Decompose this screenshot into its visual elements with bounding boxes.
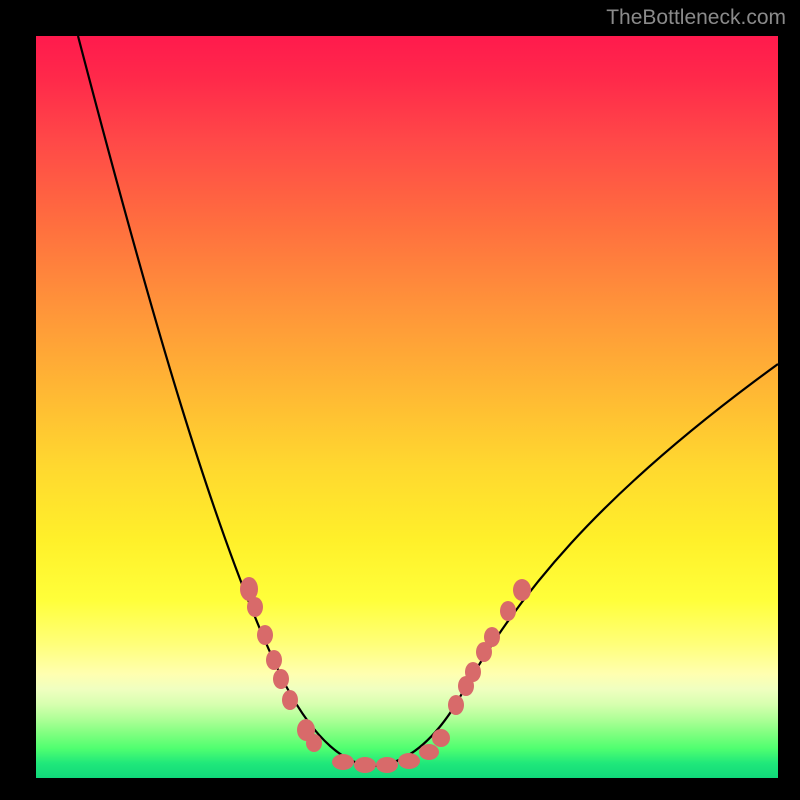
marker-dot xyxy=(306,734,322,752)
marker-dot xyxy=(282,690,298,710)
chart-plot-area xyxy=(36,36,778,778)
marker-dot xyxy=(476,642,492,662)
marker-dot xyxy=(332,754,354,770)
marker-dot xyxy=(247,597,263,617)
marker-dot xyxy=(484,627,500,647)
marker-dot xyxy=(257,625,273,645)
marker-dot xyxy=(513,579,531,601)
marker-dot xyxy=(376,757,398,773)
bottleneck-curve xyxy=(78,36,778,766)
attribution-text: TheBottleneck.com xyxy=(606,6,786,30)
marker-dot xyxy=(354,757,376,773)
marker-dot xyxy=(448,695,464,715)
marker-dot xyxy=(266,650,282,670)
marker-dot xyxy=(465,662,481,682)
marker-dot xyxy=(273,669,289,689)
marker-dot xyxy=(500,601,516,621)
bottleneck-chart xyxy=(36,36,778,778)
marker-dot xyxy=(240,577,258,601)
marker-dot xyxy=(458,676,474,696)
marker-dot xyxy=(419,744,439,760)
marker-dot xyxy=(297,719,315,741)
marker-dot xyxy=(432,729,450,747)
marker-dot xyxy=(398,753,420,769)
marker-group xyxy=(240,577,531,773)
